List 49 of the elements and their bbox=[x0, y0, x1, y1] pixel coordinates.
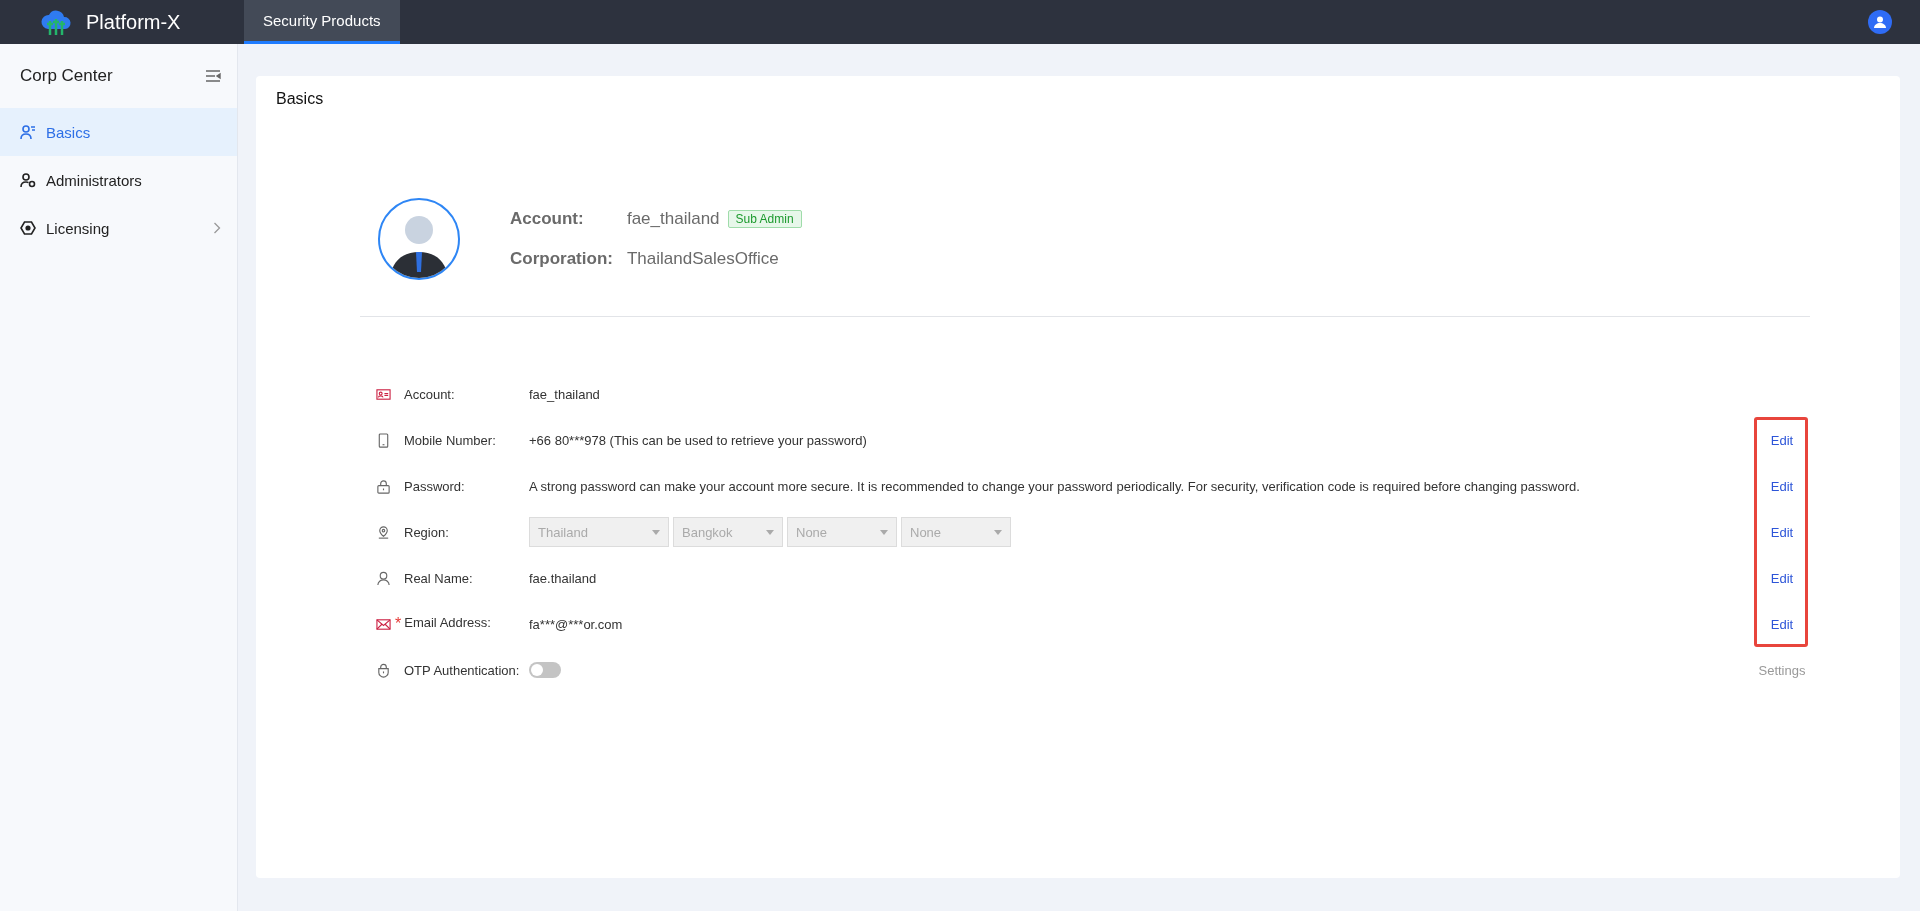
user-list-icon bbox=[20, 124, 36, 140]
sidebar-item[interactable]: Administrators bbox=[0, 156, 237, 204]
dropdown-caret-icon bbox=[766, 529, 774, 535]
role-tag: Sub Admin bbox=[727, 210, 802, 228]
profile-label: Account: bbox=[510, 209, 585, 229]
field-label: Mobile Number: bbox=[404, 432, 496, 448]
hexagon-icon bbox=[20, 220, 36, 236]
required-asterisk: * bbox=[395, 615, 402, 633]
chevron-right-icon bbox=[213, 222, 221, 234]
field-label: Region: bbox=[404, 524, 449, 540]
field-label: Email Address: bbox=[404, 615, 491, 632]
profile-value: fae_thailand bbox=[626, 209, 720, 229]
edit-link[interactable]: Edit bbox=[1770, 478, 1794, 494]
location-pin-icon bbox=[376, 524, 391, 540]
nav-tab[interactable]: Security Products bbox=[244, 0, 400, 44]
toggle-switch[interactable] bbox=[529, 662, 561, 678]
edit-link[interactable]: Edit bbox=[1770, 524, 1794, 540]
dropdown-caret-icon bbox=[994, 529, 1002, 535]
id-card-icon bbox=[376, 386, 391, 402]
profile-label: Corporation: bbox=[510, 249, 613, 269]
field-label: Real Name: bbox=[404, 570, 473, 586]
sidebar-title: Corp Center bbox=[20, 66, 113, 86]
profile-value: ThailandSalesOffice bbox=[626, 249, 779, 269]
person-icon bbox=[376, 570, 391, 586]
field-value: fae_thailand bbox=[529, 386, 601, 402]
field-label: OTP Authentication: bbox=[404, 662, 520, 678]
field-label: Password: bbox=[404, 478, 465, 494]
card-title: Basics bbox=[276, 90, 325, 108]
edit-link[interactable]: Edit bbox=[1770, 432, 1794, 448]
field-label: Account: bbox=[404, 386, 455, 402]
brand-name: Platform-X bbox=[86, 10, 181, 34]
user-gear-icon bbox=[20, 172, 36, 188]
dropdown-caret-icon bbox=[880, 529, 888, 535]
dropdown-caret-icon bbox=[652, 529, 660, 535]
edit-link[interactable]: Edit bbox=[1770, 570, 1794, 586]
sidebar-item[interactable]: Licensing bbox=[0, 204, 237, 252]
padlock-shield-icon bbox=[376, 662, 391, 678]
field-value: fa***@***or.com bbox=[529, 616, 624, 632]
lock-icon bbox=[376, 478, 391, 494]
sidebar-item[interactable]: Basics bbox=[0, 108, 237, 156]
collapse-menu-icon[interactable] bbox=[205, 70, 221, 82]
field-value: +66 80***978 (This can be used to retrieve your password) bbox=[529, 432, 868, 448]
user-icon bbox=[1873, 15, 1887, 29]
user-avatar-button[interactable] bbox=[1868, 10, 1892, 34]
edit-link[interactable]: Edit bbox=[1770, 616, 1794, 632]
envelope-icon bbox=[376, 616, 391, 632]
phone-icon bbox=[376, 432, 391, 448]
field-value: A strong password can make your account more secure. It is recommended to change your password periodically. For security, verification code is required before changing password. bbox=[529, 478, 1581, 494]
field-value: fae.thailand bbox=[529, 570, 598, 586]
